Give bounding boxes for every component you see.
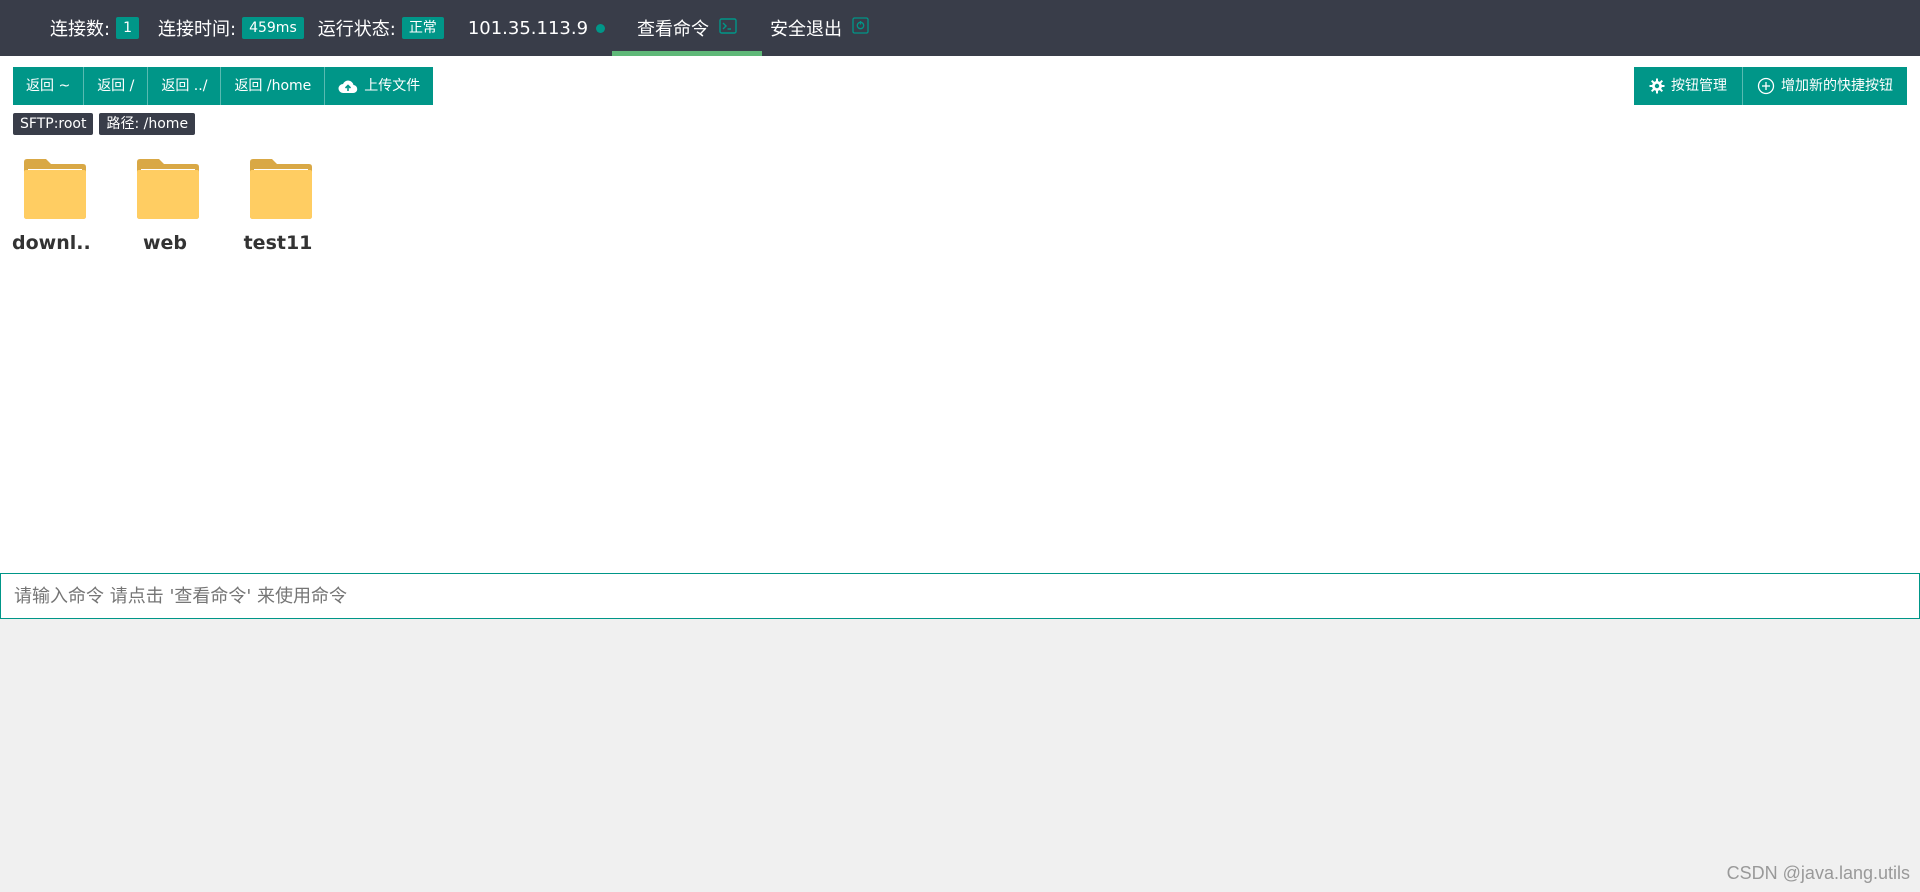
back-parent-button[interactable]: 返回 ../ [148,67,222,105]
gear-icon [1649,78,1665,94]
file-item-downloads[interactable]: downl... [12,158,125,254]
button-manage-label: 按钮管理 [1671,78,1727,94]
file-name: downl... [12,232,92,254]
file-name: web [142,232,188,254]
run-status-badge: 正常 [401,17,444,39]
watermark-text: CSDN @java.lang.utils [1726,863,1910,883]
back-root-button[interactable]: 返回 / [84,67,149,105]
command-input-wrapper [0,573,1920,619]
server-ip: 101.35.113.9 [467,0,606,56]
run-status-label: 运行状态: [317,19,396,40]
cloud-upload-icon [338,80,358,93]
button-manage-button[interactable]: 按钮管理 [1634,67,1743,105]
file-name: test11 [243,232,313,254]
session-tags: SFTP:root 路径: /home [13,113,201,135]
back-home-path-button[interactable]: 返回 /home [221,67,326,105]
power-icon [852,17,869,39]
folder-icon [250,159,312,219]
plus-circle-icon [1757,77,1775,95]
connections-badge: 1 [116,17,139,39]
upload-file-label: 上传文件 [364,78,421,94]
safe-exit-label: 安全退出 [770,19,843,40]
tab-view-command[interactable]: 查看命令 [612,0,763,56]
connections-label: 连接数: [50,19,111,40]
sftp-user-tag: SFTP:root [13,113,94,135]
connection-time-indicator: 连接时间: 459ms [158,0,304,56]
connection-time-label: 连接时间: [158,19,237,40]
connections-indicator: 连接数: 1 [50,0,139,56]
connection-time-badge: 459ms [242,17,304,39]
current-path-tag: 路径: /home [99,113,196,135]
folder-icon [24,159,86,219]
add-shortcut-button[interactable]: 增加新的快捷按钮 [1743,67,1907,105]
terminal-icon [719,17,737,39]
online-dot-icon [596,23,606,33]
upload-file-button[interactable]: 上传文件 [325,67,433,105]
run-status-indicator: 运行状态: 正常 [318,0,444,56]
file-item-test11[interactable]: test11 [238,158,351,254]
add-shortcut-label: 增加新的快捷按钮 [1781,78,1893,94]
shortcut-button-group: 按钮管理 增加新的快捷按钮 [1634,67,1907,105]
file-item-web[interactable]: web [125,158,238,254]
back-home-dir-button[interactable]: 返回 ~ [13,67,85,105]
command-input[interactable] [1,574,1919,618]
file-browser-panel: 返回 ~ 返回 / 返回 ../ 返回 /home 上传文件 按钮管理 增加新的… [0,56,1920,574]
top-navbar: 连接数: 1 连接时间: 459ms 运行状态: 正常 101.35.113.9… [0,0,1920,56]
file-list: downl... web test11 [12,158,351,254]
tab-view-command-label: 查看命令 [637,19,710,40]
safe-exit-button[interactable]: 安全退出 [762,0,891,56]
folder-icon [137,159,199,219]
server-ip-text: 101.35.113.9 [467,17,589,39]
navigation-button-group: 返回 ~ 返回 / 返回 ../ 返回 /home 上传文件 [13,67,434,105]
